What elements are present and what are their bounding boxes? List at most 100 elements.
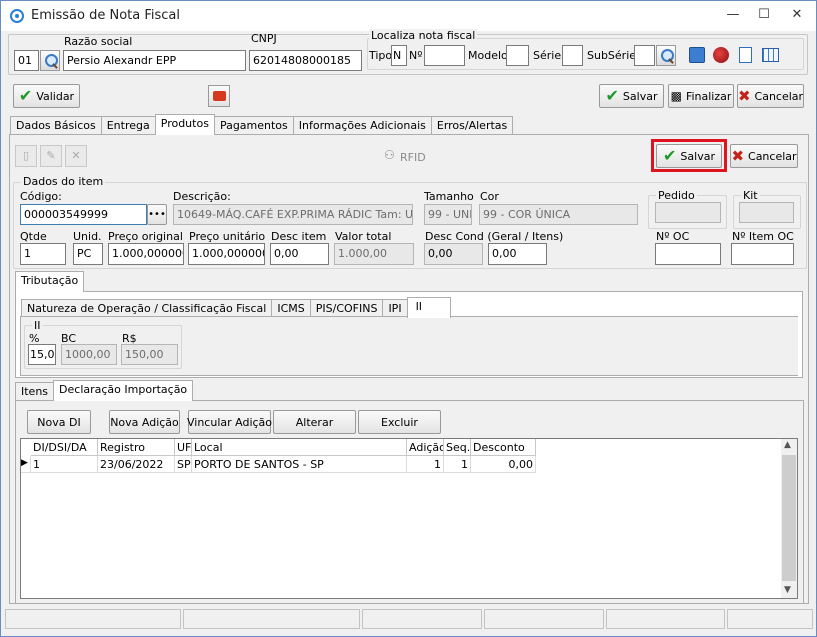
tab-pagamentos[interactable]: Pagamentos bbox=[213, 116, 294, 135]
minimize-button[interactable]: — bbox=[720, 4, 746, 28]
grid-scrollbar[interactable]: ▲ ▼ bbox=[781, 439, 797, 598]
rfid-icon: ⚇ bbox=[384, 148, 395, 162]
subserie-field[interactable] bbox=[634, 45, 655, 66]
window-title: Emissão de Nota Fiscal bbox=[31, 8, 180, 23]
serie-field[interactable] bbox=[562, 45, 583, 66]
cnpj-label: CNPJ bbox=[251, 32, 277, 45]
col-seq[interactable]: Seq. bbox=[444, 439, 471, 456]
pedido-label: Pedido bbox=[656, 189, 697, 202]
main-tabs: Dados Básicos Entrega Produtos Pagamento… bbox=[10, 114, 514, 135]
desc-cond-itens-field[interactable]: 0,00 bbox=[488, 243, 547, 265]
col-local[interactable]: Local bbox=[192, 439, 407, 456]
preco-unitario-field[interactable]: 1.000,000000 bbox=[188, 243, 265, 265]
validar-button[interactable]: ✔ Validar bbox=[13, 84, 80, 108]
col-di[interactable]: DI/DSI/DA bbox=[31, 439, 98, 456]
item-salvar-label: Salvar bbox=[680, 149, 715, 163]
cancel-icon: ✖ bbox=[737, 86, 751, 105]
empresa-code-field[interactable]: 01 bbox=[14, 50, 39, 71]
col-uf[interactable]: UF bbox=[175, 439, 192, 456]
codigo-field[interactable]: 000003549999 bbox=[20, 204, 147, 225]
cancel-icon: ✖ bbox=[731, 146, 745, 165]
preco-unitario-label: Preço unitário bbox=[189, 230, 266, 243]
toolbar-salvar-button[interactable]: ✔ Salvar bbox=[599, 84, 664, 108]
valor-total-field: 1.000,00 bbox=[334, 243, 414, 265]
transport-button[interactable] bbox=[208, 85, 230, 107]
main-window: Emissão de Nota Fiscal — ☐ ✕ Razão socia… bbox=[0, 0, 817, 637]
excluir-button[interactable]: Excluir bbox=[358, 410, 441, 434]
desc-item-field[interactable]: 0,00 bbox=[270, 243, 329, 265]
finalizar-button[interactable]: ▩ Finalizar bbox=[668, 84, 734, 108]
tab-informacoes-adicionais[interactable]: Informações Adicionais bbox=[292, 116, 432, 135]
close-window-button[interactable]: ✕ bbox=[784, 4, 810, 28]
numero-field[interactable] bbox=[424, 45, 465, 66]
nova-adicao-button[interactable]: Nova Adição bbox=[109, 410, 180, 434]
edit-item-icon[interactable]: ✎ bbox=[40, 145, 62, 167]
cor-field: 99 - COR ÚNICA bbox=[479, 204, 638, 225]
document-icon[interactable] bbox=[739, 47, 752, 63]
qtde-label: Qtde bbox=[20, 230, 47, 243]
tab-declaracao-importacao[interactable]: Declaração Importação bbox=[53, 380, 194, 401]
modelo-label: Modelo bbox=[468, 49, 508, 62]
ii-rs-field: 150,00 bbox=[121, 344, 178, 365]
col-adicao[interactable]: Adição bbox=[407, 439, 444, 456]
tab-dados-basicos[interactable]: Dados Básicos bbox=[10, 116, 102, 135]
table-row[interactable]: 1 bbox=[31, 456, 98, 473]
status-panel bbox=[605, 609, 726, 629]
col-registro[interactable]: Registro bbox=[98, 439, 175, 456]
tab-tributacao[interactable]: Tributação bbox=[15, 271, 85, 292]
rfid-label[interactable]: RFID bbox=[400, 151, 426, 164]
item-cancelar-button[interactable]: ✖ Cancelar bbox=[730, 144, 798, 168]
delete-item-icon[interactable]: ✕ bbox=[65, 145, 87, 167]
tab-ii[interactable]: II bbox=[406, 297, 451, 318]
tab-itens[interactable]: Itens bbox=[15, 382, 55, 401]
table-cell-seq[interactable]: 1 bbox=[444, 456, 471, 473]
tab-erros-alertas[interactable]: Erros/Alertas bbox=[430, 116, 514, 135]
preco-original-field[interactable]: 1.000,000000 bbox=[108, 243, 184, 265]
search-empresa-icon[interactable] bbox=[40, 50, 60, 71]
cnpj-field[interactable]: 62014808000185 bbox=[249, 50, 362, 71]
maximize-button[interactable]: ☐ bbox=[751, 4, 777, 28]
vincular-adicao-button[interactable]: Vincular Adição bbox=[187, 410, 272, 434]
tipo-field[interactable]: N bbox=[391, 45, 407, 66]
kit-field bbox=[739, 202, 794, 223]
tab-produtos[interactable]: Produtos bbox=[154, 114, 215, 135]
table-cell-desconto[interactable]: 0,00 bbox=[471, 456, 536, 473]
col-desconto[interactable]: Desconto bbox=[471, 439, 536, 456]
alterar-button[interactable]: Alterar bbox=[273, 410, 356, 434]
di-grid: DI/DSI/DA Registro UF Local Adição Seq. … bbox=[20, 438, 798, 599]
toolbar-cancelar-button[interactable]: ✖ Cancelar bbox=[737, 84, 804, 108]
modelo-field[interactable] bbox=[506, 45, 529, 66]
ii-pct-field[interactable]: 15,0 bbox=[28, 344, 56, 365]
unid-field[interactable]: PC bbox=[73, 243, 103, 265]
finalizar-label: Finalizar bbox=[685, 89, 732, 103]
scroll-down-icon[interactable]: ▼ bbox=[784, 585, 791, 595]
table-cell-uf[interactable]: SP bbox=[175, 456, 192, 473]
table-cell-registro[interactable]: 23/06/2022 bbox=[98, 456, 175, 473]
oc-field[interactable] bbox=[655, 243, 721, 265]
check-icon: ✔ bbox=[18, 86, 33, 105]
table-cell-local[interactable]: PORTO DE SANTOS - SP bbox=[192, 456, 407, 473]
new-item-icon[interactable]: ▯ bbox=[15, 145, 37, 167]
item-salvar-button[interactable]: ✔ Salvar bbox=[656, 144, 722, 168]
codigo-lookup-button[interactable]: ••• bbox=[147, 204, 167, 225]
search-nota-icon[interactable] bbox=[656, 45, 676, 66]
print-icon[interactable] bbox=[713, 47, 729, 63]
nova-di-button[interactable]: Nova DI bbox=[27, 410, 91, 434]
preco-original-label: Preço original bbox=[108, 230, 183, 243]
numero-label: Nº bbox=[409, 49, 423, 62]
row-pointer-icon: ▶ bbox=[21, 456, 31, 473]
razao-social-field[interactable]: Persio Alexandr EPP bbox=[63, 50, 246, 71]
table-icon[interactable] bbox=[762, 48, 779, 62]
item-oc-field[interactable] bbox=[731, 243, 794, 265]
desc-item-label: Desc item bbox=[271, 230, 327, 243]
status-panel bbox=[727, 609, 813, 629]
tab-entrega[interactable]: Entrega bbox=[100, 116, 156, 135]
subserie-label: SubSérie bbox=[587, 49, 637, 62]
table-cell-adicao[interactable]: 1 bbox=[407, 456, 444, 473]
scroll-thumb[interactable] bbox=[782, 455, 796, 581]
qtde-field[interactable]: 1 bbox=[20, 243, 66, 265]
unid-label: Unid. bbox=[73, 230, 102, 243]
scroll-up-icon[interactable]: ▲ bbox=[784, 440, 791, 450]
tipo-label: Tipo bbox=[369, 49, 393, 62]
document-list-icon[interactable] bbox=[689, 47, 705, 63]
